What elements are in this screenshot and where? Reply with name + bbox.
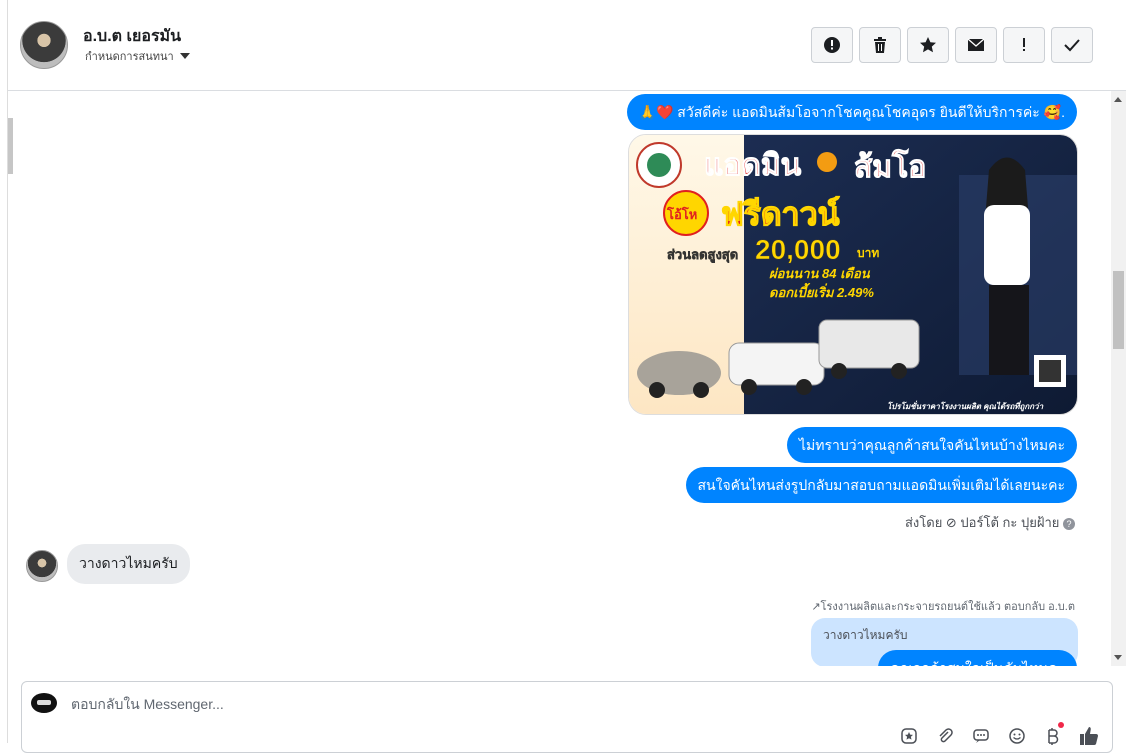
star-button[interactable]	[907, 27, 949, 63]
reply-context-note: ↗โรงงานผลิตและกระจายรถยนต์ใช้แล้ว ตอบกลั…	[811, 601, 1075, 613]
promo-discount-unit: บาท	[857, 246, 879, 260]
reply-input[interactable]	[69, 690, 873, 718]
car-pickup-white	[728, 342, 825, 386]
check-icon	[1064, 39, 1080, 52]
promo-installment: ผ่อนนาน 84 เดือน	[769, 266, 871, 281]
payment-icon[interactable]	[1042, 722, 1064, 747]
emoji-icon[interactable]	[1006, 725, 1028, 747]
promo-headline: ฟรีดาวน์	[721, 196, 840, 232]
promo-interest: ดอกเบี้ยเริ่ม 2.49%	[769, 282, 874, 300]
message-ask-which[interactable]: ไม่ทราบว่าคุณลูกค้าสนใจคันไหนบ้างไหมคะ	[786, 427, 1077, 463]
star-icon	[920, 37, 936, 53]
composer-actions	[898, 722, 1100, 747]
mark-unread-button[interactable]	[955, 27, 997, 63]
customer-avatar[interactable]	[26, 550, 58, 582]
scroll-down-arrow[interactable]	[1114, 655, 1122, 660]
sent-by-text: ส่งโดย ⊘ ปอร์โต้ กะ ปุยฝ้าย	[904, 515, 1060, 530]
alert-circle-icon	[824, 37, 840, 53]
promo-discount-label: ส่วนลดสูงสุด	[667, 247, 738, 263]
promo-badge: โอ้โห	[666, 206, 697, 222]
message-greeting[interactable]: 🙏❤️ สวัสดีค่ะ แอดมินส้มโอจากโชคคูณโชคอุด…	[626, 94, 1077, 130]
schedule-label: กำหนดการสนทนา	[85, 51, 174, 63]
thread-scrollbar[interactable]	[1111, 91, 1126, 666]
promo-image: แอดมิน ส้มโอ โอ้โห ฟรีดาวน์ ส่วนลดสูงสุด…	[629, 135, 1077, 414]
contact-name[interactable]: อ.บ.ต เยอรมัน	[83, 24, 181, 49]
delete-button[interactable]	[859, 27, 901, 63]
scroll-up-arrow[interactable]	[1114, 97, 1122, 102]
promo-image-message[interactable]: แอดมิน ส้มโอ โอ้โห ฟรีดาวน์ ส่วนลดสูงสุด…	[628, 134, 1078, 415]
follow-up-button[interactable]	[1003, 27, 1045, 63]
attachment-icon[interactable]	[934, 725, 956, 747]
mark-done-button[interactable]	[1051, 27, 1093, 63]
help-icon[interactable]: ?	[1063, 517, 1075, 530]
conversation-schedule-dropdown[interactable]: กำหนดการสนทนา	[85, 47, 190, 65]
promo-footer: โปรโมชั่นราคาโรงงานผลิต คุณได้รถที่ถูกกว…	[887, 400, 1044, 412]
promo-brand-second: ส้มโอ	[854, 148, 926, 184]
caret-down-icon	[179, 53, 190, 59]
car-pickup-cage	[818, 319, 920, 369]
promo-brand: แอดมิน	[704, 149, 802, 182]
message-send-photo[interactable]: สนใจคันไหนส่งรูปกลับมาสอบถามแอดมินเพิ่มเ…	[685, 467, 1077, 503]
trash-icon	[874, 37, 886, 53]
promo-discount-value: 20,000	[755, 234, 841, 265]
thumbs-up-icon[interactable]	[1078, 725, 1100, 747]
message-composer	[21, 681, 1113, 753]
saved-reply-icon[interactable]	[898, 725, 920, 747]
spam-button[interactable]	[811, 27, 853, 63]
exclamation-icon	[1023, 38, 1025, 51]
page-avatar	[31, 693, 57, 713]
messenger-panel: อ.บ.ต เยอรมัน กำหนดการสนทนา 🙏❤️ สวัสดีค่…	[7, 0, 1126, 753]
mail-icon	[967, 38, 985, 51]
chat-bubble-icon[interactable]	[970, 725, 992, 747]
message-thread: 🙏❤️ สวัสดีค่ะ แอดมินส้มโอจากโชคคูณโชคอุด…	[8, 91, 1111, 666]
contact-avatar[interactable]	[20, 21, 68, 69]
message-partial-reply[interactable]: คุณลูกค้าสนใจเป็นคันไหนคะ	[878, 650, 1077, 666]
message-customer[interactable]: วางดาวไหมครับ	[67, 544, 190, 584]
notification-dot	[1058, 722, 1064, 728]
sent-by-note: ส่งโดย ⊘ ปอร์โต้ กะ ปุยฝ้าย ?	[905, 512, 1075, 533]
conversation-header: อ.บ.ต เยอรมัน กำหนดการสนทนา	[8, 0, 1126, 91]
thread-scrollbar-thumb[interactable]	[1113, 271, 1124, 349]
conversation-toolbar	[811, 27, 1093, 63]
